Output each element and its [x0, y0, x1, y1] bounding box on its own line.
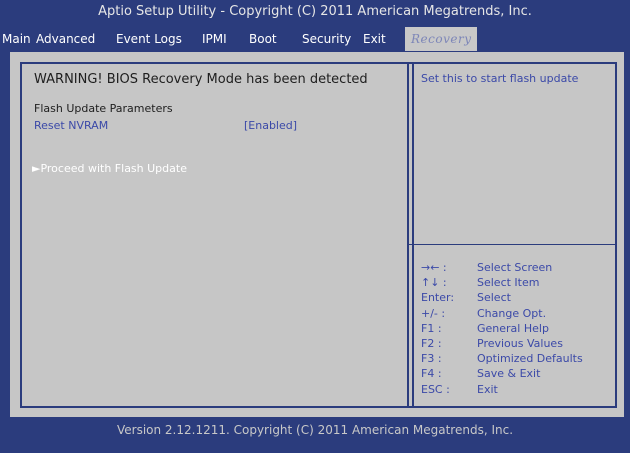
key-row: Enter: Select [421, 290, 583, 305]
setup-screen: WARNING! BIOS Recovery Mode has been det… [10, 52, 624, 417]
key-description: General Help [477, 321, 549, 335]
key-name: ↑↓ : [421, 276, 447, 290]
key-name: Enter: [421, 291, 455, 305]
key-name: +/- : [421, 306, 446, 320]
key-name: F1 : [421, 321, 442, 335]
key-description: Select Item [477, 276, 540, 290]
recovery-warning: WARNING! BIOS Recovery Mode has been det… [34, 72, 368, 87]
tab-ipmi[interactable]: IPMI [202, 27, 227, 51]
help-panel: Set this to start flash update →← : Selec… [407, 62, 617, 408]
key-name: →← : [421, 261, 447, 274]
key-row: →← : Select Screen [421, 260, 583, 275]
key-row: F4 : Save & Exit [421, 366, 583, 381]
key-row: F1 : General Help [421, 321, 583, 336]
section-title: Flash Update Parameters [34, 102, 173, 115]
version-footer: Version 2.12.1211. Copyright (C) 2011 Am… [116, 423, 514, 437]
menu-bar: Main Advanced Event Logs IPMI Boot Secur… [0, 27, 630, 51]
settings-panel: WARNING! BIOS Recovery Mode has been det… [20, 62, 414, 408]
reset-nvram-value[interactable]: [Enabled] [244, 119, 297, 132]
key-description: Change Opt. [477, 306, 547, 320]
key-legend: →← : Select Screen ↑↓ : Select Item Enter:… [421, 260, 583, 397]
key-row: ↑↓ : Select Item [421, 275, 583, 290]
key-description: Exit [477, 382, 498, 396]
tab-boot[interactable]: Boot [249, 27, 277, 51]
help-description: Set this to start flash update [421, 72, 579, 85]
key-description: Save & Exit [477, 367, 541, 381]
key-name: ESC : [421, 382, 450, 396]
key-name: F2 : [421, 336, 442, 350]
key-description: Previous Values [477, 336, 563, 350]
proceed-flash-update-item[interactable]: ►Proceed with Flash Update [32, 162, 187, 175]
tab-security[interactable]: Security [302, 27, 351, 51]
window-title: Aptio Setup Utility - Copyright (C) 2011… [98, 4, 532, 19]
key-name: F4 : [421, 367, 442, 381]
reset-nvram-label[interactable]: Reset NVRAM [34, 119, 108, 132]
key-row: F2 : Previous Values [421, 336, 583, 351]
tab-advanced[interactable]: Advanced [36, 27, 95, 51]
tab-event-logs[interactable]: Event Logs [116, 27, 182, 51]
key-description: Optimized Defaults [477, 352, 583, 366]
tab-main[interactable]: Main [2, 27, 31, 51]
key-row: +/- : Change Opt. [421, 306, 583, 321]
tab-exit[interactable]: Exit [363, 27, 386, 51]
help-divider [409, 244, 615, 245]
key-description: Select [477, 291, 511, 305]
key-name: F3 : [421, 352, 442, 366]
tab-recovery[interactable]: Recovery [405, 27, 478, 51]
key-row: F3 : Optimized Defaults [421, 351, 583, 366]
key-row: ESC : Exit [421, 382, 583, 397]
key-description: Select Screen [477, 261, 553, 274]
